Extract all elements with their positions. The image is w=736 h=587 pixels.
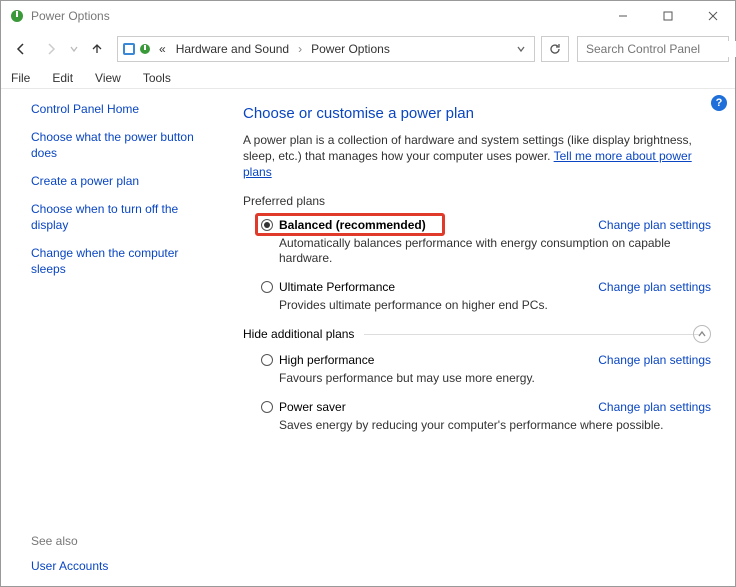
menu-file[interactable]: File xyxy=(7,69,34,87)
menu-view[interactable]: View xyxy=(91,69,125,87)
maximize-button[interactable] xyxy=(645,1,690,31)
plan-description: Automatically balances performance with … xyxy=(243,236,711,266)
sidebar-link[interactable]: Change when the computer sleeps xyxy=(31,245,199,277)
window-title: Power Options xyxy=(31,9,110,23)
content-pane: ? Choose or customise a power plan A pow… xyxy=(213,89,735,586)
sidebar-link[interactable]: Choose what the power button does xyxy=(31,129,199,161)
plan-row: Ultimate Performance Change plan setting… xyxy=(243,280,711,294)
address-icon xyxy=(122,42,152,56)
search-box[interactable] xyxy=(577,36,729,62)
search-input[interactable] xyxy=(584,41,736,57)
plan-radio[interactable] xyxy=(261,401,273,413)
plan-name[interactable]: High performance xyxy=(279,353,374,367)
control-panel-home-link[interactable]: Control Panel Home xyxy=(31,101,199,117)
back-button[interactable] xyxy=(7,35,35,63)
change-plan-settings-link[interactable]: Change plan settings xyxy=(598,218,711,232)
sidebar: Control Panel Home Choose what the power… xyxy=(1,89,213,586)
plan-name[interactable]: Balanced (recommended) xyxy=(279,218,426,232)
sidebar-link[interactable]: Create a power plan xyxy=(31,173,199,189)
page-title: Choose or customise a power plan xyxy=(243,105,711,122)
titlebar: Power Options xyxy=(1,1,735,31)
menubar: File Edit View Tools xyxy=(1,67,735,89)
help-icon[interactable]: ? xyxy=(711,95,727,111)
plan-description: Provides ultimate performance on higher … xyxy=(243,298,711,313)
breadcrumb-item[interactable]: Hardware and Sound xyxy=(173,42,292,56)
plan-radio[interactable] xyxy=(261,219,273,231)
close-button[interactable] xyxy=(690,1,735,31)
see-also-link[interactable]: User Accounts xyxy=(31,558,199,574)
menu-tools[interactable]: Tools xyxy=(139,69,175,87)
hide-additional-plans[interactable]: Hide additional plans xyxy=(243,327,711,341)
menu-edit[interactable]: Edit xyxy=(48,69,77,87)
plan-row: High performance Change plan settings xyxy=(243,353,711,367)
change-plan-settings-link[interactable]: Change plan settings xyxy=(598,280,711,294)
see-also-label: See also xyxy=(31,534,199,548)
change-plan-settings-link[interactable]: Change plan settings xyxy=(598,400,711,414)
navbar: « Hardware and Sound › Power Options xyxy=(1,31,735,67)
forward-button[interactable] xyxy=(37,35,65,63)
refresh-button[interactable] xyxy=(541,36,569,62)
preferred-plans-label: Preferred plans xyxy=(243,194,711,208)
app-icon xyxy=(9,8,25,24)
change-plan-settings-link[interactable]: Change plan settings xyxy=(598,353,711,367)
collapse-icon[interactable] xyxy=(693,325,711,343)
up-button[interactable] xyxy=(83,35,111,63)
plan-row: Power saver Change plan settings xyxy=(243,400,711,414)
plan-radio[interactable] xyxy=(261,281,273,293)
plan-name[interactable]: Ultimate Performance xyxy=(279,280,395,294)
minimize-button[interactable] xyxy=(600,1,645,31)
breadcrumb-item[interactable]: Power Options xyxy=(308,42,393,56)
page-description: A power plan is a collection of hardware… xyxy=(243,132,711,180)
plan-description: Favours performance but may use more ene… xyxy=(243,371,711,386)
recent-dropdown[interactable] xyxy=(67,35,81,63)
chevron-right-icon: › xyxy=(296,42,304,56)
address-bar[interactable]: « Hardware and Sound › Power Options xyxy=(117,36,535,62)
address-dropdown[interactable] xyxy=(512,44,530,54)
plan-radio[interactable] xyxy=(261,354,273,366)
plan-row: Balanced (recommended) Change plan setti… xyxy=(243,218,711,232)
sidebar-link[interactable]: Choose when to turn off the display xyxy=(31,201,199,233)
plan-description: Saves energy by reducing your computer's… xyxy=(243,418,711,433)
breadcrumb-prefix: « xyxy=(156,42,169,56)
plan-name[interactable]: Power saver xyxy=(279,400,346,414)
